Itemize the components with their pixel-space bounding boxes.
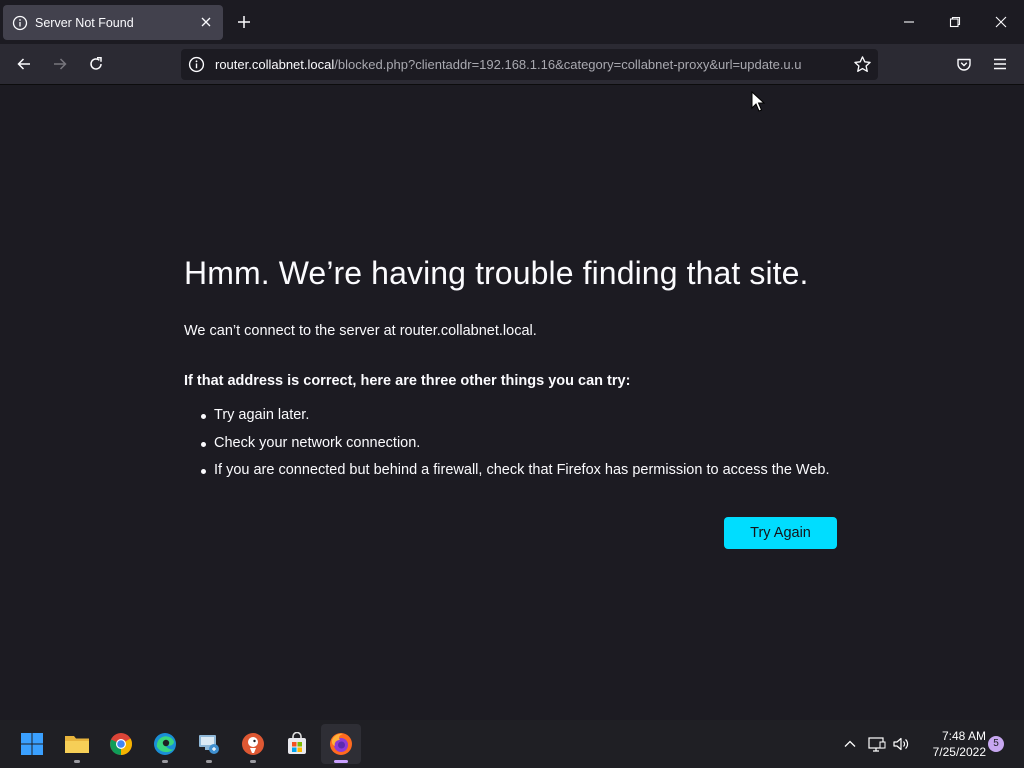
clock[interactable]: 7:48 AM 7/25/2022 [920,728,986,760]
firefox-button[interactable] [321,724,361,764]
running-indicator [250,760,256,763]
duckduckgo-button[interactable] [233,724,273,764]
navigation-toolbar: router.collabnet.local/blocked.php?clien… [0,44,1024,85]
tab-title: Server Not Found [35,15,134,30]
suggestions-list: Try again later. Check your network conn… [200,407,830,490]
error-title: Hmm. We’re having trouble finding that s… [184,255,809,291]
taskbar: 7:48 AM 7/25/2022 5 [0,720,1024,768]
suggestions-heading: If that address is correct, here are thr… [184,373,631,389]
bookmark-star-icon[interactable] [853,55,872,74]
info-icon [12,15,28,31]
mouse-cursor-icon [751,91,765,112]
close-window-icon[interactable] [991,12,1011,32]
url-bar[interactable]: router.collabnet.local/blocked.php?clien… [181,49,878,80]
url-path: /blocked.php?clientaddr=192.168.1.16&cat… [334,57,802,72]
restore-icon[interactable] [945,12,965,32]
running-indicator [206,760,212,763]
minimize-icon[interactable] [899,12,919,32]
notification-badge[interactable]: 5 [988,736,1004,752]
network-tool-icon [199,735,219,754]
list-item: Check your network connection. [200,435,830,463]
network-icon[interactable] [867,734,887,754]
running-indicator [162,760,168,763]
url-host: router.collabnet.local [215,57,335,72]
error-page: Hmm. We’re having trouble finding that s… [0,85,1024,720]
edge-button[interactable] [145,724,185,764]
file-explorer-icon [65,736,89,753]
store-button[interactable] [277,724,317,764]
reload-icon[interactable] [86,54,106,74]
new-tab-button[interactable] [234,12,254,32]
close-tab-icon[interactable] [198,14,214,30]
store-icon [288,732,306,754]
chrome-button[interactable] [101,724,141,764]
list-item: If you are connected but behind a firewa… [200,462,830,490]
try-again-button[interactable]: Try Again [724,517,837,549]
list-item: Try again later. [200,407,830,435]
back-arrow-icon[interactable] [14,54,34,74]
file-explorer-button[interactable] [57,724,97,764]
tab-server-not-found[interactable]: Server Not Found [3,5,223,40]
error-description: We can’t connect to the server at router… [184,323,537,339]
clock-time: 7:48 AM [941,729,986,743]
edge-icon [154,733,176,755]
pocket-icon[interactable] [954,54,974,74]
running-indicator [74,760,80,763]
active-indicator [334,760,348,763]
network-tool-button[interactable] [189,724,229,764]
url-text[interactable]: router.collabnet.local/blocked.php?clien… [215,57,842,73]
volume-icon[interactable] [891,734,911,754]
site-info-icon[interactable] [188,56,205,73]
start-icon [21,733,43,755]
chrome-icon [110,733,132,755]
tab-strip: Server Not Found [0,0,1024,44]
show-hidden-icons-chevron-icon[interactable] [840,734,860,754]
clock-date: 7/25/2022 [932,745,986,759]
forward-arrow-icon[interactable] [50,54,70,74]
duckduckgo-icon [242,733,264,755]
start-button[interactable] [12,724,52,764]
firefox-icon [330,733,352,755]
hamburger-menu-icon[interactable] [990,54,1010,74]
